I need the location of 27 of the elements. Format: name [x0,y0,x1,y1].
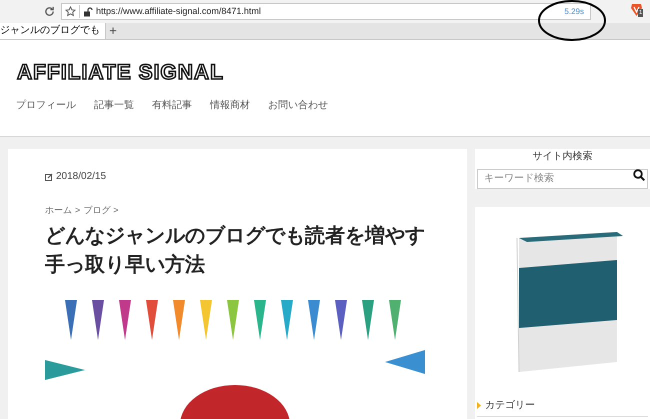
new-tab-button[interactable]: + [106,22,120,39]
breadcrumb-link[interactable]: ホーム [45,204,72,218]
edit-icon [45,172,53,180]
nav-link[interactable]: 記事一覧 [94,98,134,113]
browser-tab[interactable]: ジャンルのブログでも [0,22,106,39]
nav-link[interactable]: お問い合わせ [268,98,328,113]
post-date: 2018/02/15 [56,170,106,184]
nav-link[interactable]: 情報商材 [210,98,250,113]
lock-icon [83,6,93,16]
nav-link[interactable]: プロフィール [16,98,76,113]
url-text: https://www.affiliate-signal.com/8471.html [96,7,261,16]
site-logo[interactable]: AFFILIATE SIGNAL [17,62,224,83]
load-time: 5.29s [564,8,584,16]
search-field[interactable]: キーワード検索 [477,168,648,188]
star-icon[interactable] [65,6,76,17]
article-title: どんなジャンルのブログでも読者を増やす手っ取り早い方法 [45,223,426,278]
annotation-ellipse [538,0,606,41]
breadcrumb-separator: > [113,204,119,217]
breadcrumb-link[interactable]: ブログ [83,204,110,218]
breadcrumb-separator: > [75,204,80,217]
search-icon[interactable] [633,169,645,181]
reload-icon[interactable] [44,6,55,17]
search-widget-title: サイト内検索 [532,151,594,163]
category-heading: カテゴリー [485,399,535,413]
nav-link[interactable]: 有料記事 [152,98,192,113]
address-bar[interactable]: https://www.affiliate-signal.com/8471.html 5.29s [61,3,591,20]
triangle-bullet-icon [477,402,481,409]
